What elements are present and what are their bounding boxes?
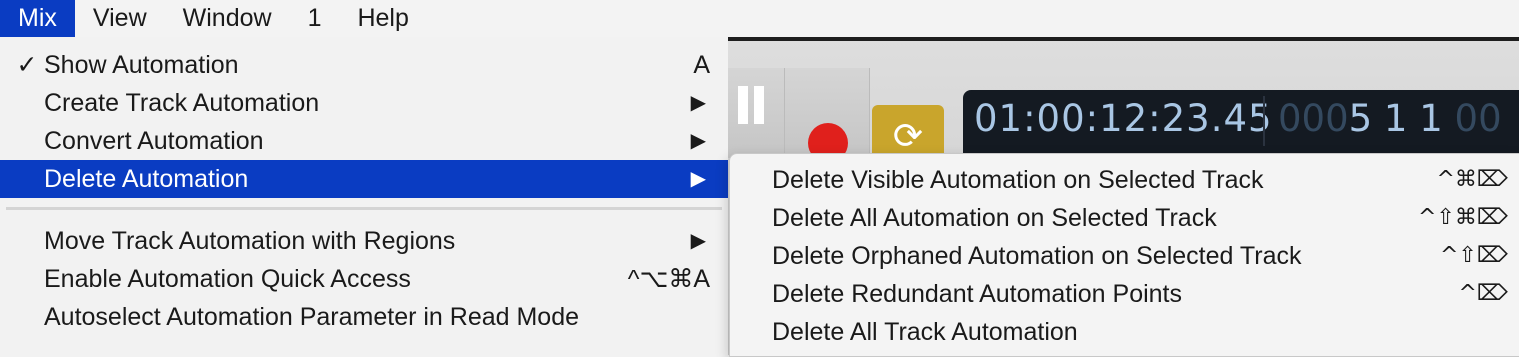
- submenu-item-delete-visible[interactable]: Delete Visible Automation on Selected Tr…: [730, 161, 1519, 199]
- menu-item-label: Create Track Automation: [44, 89, 320, 117]
- cycle-icon: ⟳: [892, 115, 924, 156]
- menu-item-shortcut: ^⇧⌦: [1440, 243, 1508, 268]
- submenu-item-delete-orphaned[interactable]: Delete Orphaned Automation on Selected T…: [730, 237, 1519, 275]
- bars-position: 5 1 1: [1348, 97, 1443, 140]
- menu-mix[interactable]: Mix: [0, 0, 75, 37]
- submenu-arrow-icon: ▶: [690, 130, 706, 152]
- submenu-item-delete-redundant[interactable]: Delete Redundant Automation Points ^⌦: [730, 275, 1519, 313]
- submenu-arrow-icon: ▶: [690, 92, 706, 114]
- menu-item-shortcut: ^⇧⌘⌦: [1418, 205, 1508, 230]
- menu-bar: Mix View Window 1 Help: [0, 0, 1519, 37]
- menu-item-label: Convert Automation: [44, 127, 264, 155]
- menu-item-enable-quick-access[interactable]: Enable Automation Quick Access ^⌥⌘A: [0, 260, 728, 298]
- menu-item-move-track-automation[interactable]: Move Track Automation with Regions ▶: [0, 222, 728, 260]
- menu-item-label: Delete Orphaned Automation on Selected T…: [772, 242, 1302, 270]
- menu-item-label: Move Track Automation with Regions: [44, 227, 456, 255]
- menu-item-autoselect-parameter[interactable]: Autoselect Automation Parameter in Read …: [0, 298, 728, 336]
- bars-leading-zeros: 000: [1278, 97, 1349, 140]
- menu-item-create-track-automation[interactable]: Create Track Automation ▶: [0, 84, 728, 122]
- menu-window[interactable]: Window: [165, 0, 290, 37]
- menu-item-show-automation[interactable]: ✓ Show Automation A: [0, 46, 728, 84]
- bars-trailing: 00: [1454, 97, 1502, 140]
- menu-item-shortcut: ^⌥⌘A: [627, 265, 710, 293]
- menu-item-label: Delete Automation: [44, 165, 249, 193]
- menu-item-label: Show Automation: [44, 51, 239, 79]
- submenu-item-delete-all-selected[interactable]: Delete All Automation on Selected Track …: [730, 199, 1519, 237]
- menu-view[interactable]: View: [75, 0, 165, 37]
- pause-icon-bar-left: [738, 86, 748, 124]
- menu-help[interactable]: Help: [339, 0, 426, 37]
- toolbar-top-strip: [728, 37, 1519, 41]
- menu-item-delete-automation[interactable]: Delete Automation ▶: [0, 160, 728, 198]
- submenu-arrow-icon: ▶: [690, 230, 706, 252]
- bars-beats-display: 0005 1 1 00: [1278, 97, 1502, 140]
- menu-item-label: Autoselect Automation Parameter in Read …: [44, 303, 580, 331]
- submenu-item-delete-all-track[interactable]: Delete All Track Automation: [730, 313, 1519, 351]
- delete-automation-submenu: Delete Visible Automation on Selected Tr…: [729, 153, 1519, 357]
- menu-item-label: Delete All Track Automation: [772, 318, 1078, 346]
- menu-item-convert-automation[interactable]: Convert Automation ▶: [0, 122, 728, 160]
- pause-icon-bar-right: [754, 86, 764, 124]
- menu-item-shortcut: ^⌘⌦: [1436, 167, 1508, 192]
- checkmark-icon: ✓: [16, 51, 38, 79]
- menu-item-shortcut: ^⌦: [1458, 281, 1508, 306]
- timecode-display: 01:00:12:23.45: [974, 97, 1273, 140]
- menu-item-label: Delete All Automation on Selected Track: [772, 204, 1217, 232]
- menu-separator: [6, 207, 722, 210]
- menu-1[interactable]: 1: [290, 0, 340, 37]
- menu-item-label: Delete Visible Automation on Selected Tr…: [772, 166, 1264, 194]
- menu-item-label: Enable Automation Quick Access: [44, 265, 411, 293]
- mix-menu-dropdown: ✓ Show Automation A Create Track Automat…: [0, 37, 728, 355]
- menu-item-label: Delete Redundant Automation Points: [772, 280, 1182, 308]
- menu-item-shortcut: A: [693, 51, 710, 79]
- lcd-divider: [1263, 96, 1265, 146]
- submenu-arrow-icon: ▶: [690, 168, 706, 190]
